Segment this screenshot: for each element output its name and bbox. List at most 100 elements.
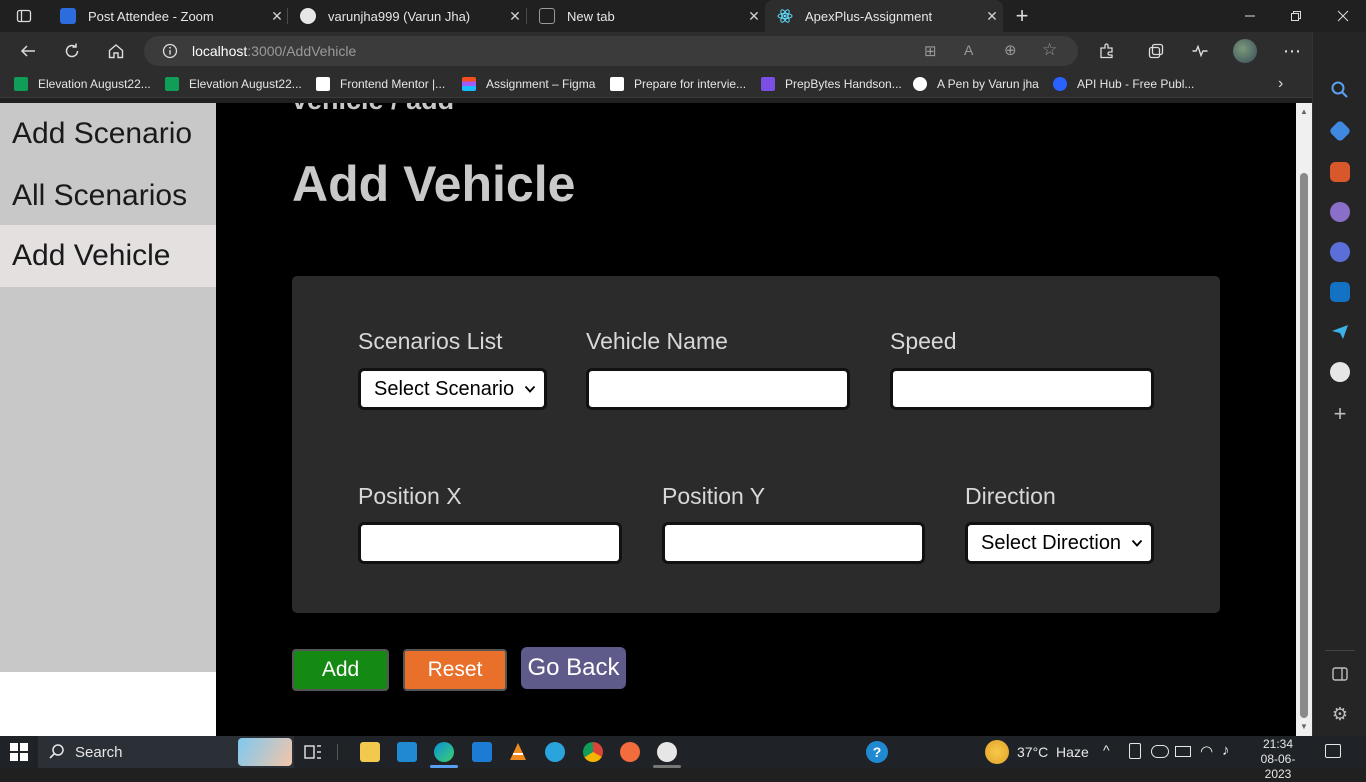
url-path: :3000/AddVehicle [247,43,357,59]
games-icon[interactable] [1330,202,1350,222]
restore-icon[interactable] [1284,4,1308,28]
scrollbar-thumb[interactable] [1300,173,1308,718]
new-tab-button[interactable]: + [1010,3,1034,28]
battery-icon[interactable] [1175,746,1191,757]
site-info-icon[interactable] [162,43,178,64]
device-icon[interactable] [1129,743,1141,759]
bookmark-label: A Pen by Varun jha [937,77,1039,91]
show-hidden-icons-chevron-icon[interactable]: ^ [1103,742,1110,758]
bookmark-item[interactable]: PrepBytes Handson... [761,76,902,92]
settings-gear-icon[interactable]: ⚙ [1330,704,1350,724]
github-icon[interactable] [1330,362,1350,382]
page-scrollbar[interactable]: ▲ ▼ [1296,103,1312,736]
tools-briefcase-icon[interactable] [1330,162,1350,182]
slack-icon[interactable] [657,742,677,762]
read-aloud-icon[interactable]: A [964,42,973,58]
help-question-icon[interactable]: ? [866,741,888,763]
volume-icon[interactable]: ♪ [1222,742,1230,759]
clock[interactable]: 21:34 08-06-2023 [1248,737,1308,782]
nav-item-add-vehicle[interactable]: Add Vehicle [0,225,216,287]
outlook-icon[interactable] [1330,282,1350,302]
shopping-tag-icon[interactable] [1328,119,1352,143]
weather-text[interactable]: 37°C Haze [1017,744,1089,760]
cloud-onedrive-icon[interactable] [1151,745,1169,758]
bookmark-item[interactable]: Elevation August22... [165,76,302,92]
search-highlight-image [238,738,292,766]
profile-avatar-icon[interactable] [1233,39,1257,63]
vehicle-name-label: Vehicle Name [586,328,728,354]
direction-label: Direction [965,483,1056,509]
collections-icon[interactable] [1144,39,1168,63]
go-back-button[interactable]: Go Back [521,647,626,689]
postman-icon[interactable] [620,742,640,762]
bookmark-item[interactable]: API Hub - Free Publ... [1053,76,1194,92]
scenario-select[interactable]: Select Scenario [358,368,547,410]
nav-item-add-scenario[interactable]: Add Scenario [0,103,216,165]
search-icon[interactable] [1330,80,1350,100]
direction-select[interactable]: Select Direction [965,522,1154,564]
tab-zoom[interactable]: Post Attendee - Zoom ✕ [48,0,288,32]
tab-github[interactable]: varunjha999 (Varun Jha) ✕ [288,0,526,32]
close-icon[interactable]: ✕ [981,8,1003,25]
vscode-icon[interactable] [397,742,417,762]
close-icon[interactable]: ✕ [743,8,765,25]
send-icon[interactable] [1330,322,1350,342]
bookmark-label: API Hub - Free Publ... [1077,77,1195,91]
scroll-up-arrow-icon[interactable]: ▲ [1300,107,1308,116]
add-sidebar-app-icon[interactable]: + [1330,403,1350,425]
page-viewport: Add Scenario All Scenarios Add Vehicle v… [0,103,1296,736]
position-y-input[interactable] [662,522,925,564]
favorite-star-icon[interactable]: ☆ [1042,40,1057,60]
scroll-down-arrow-icon[interactable]: ▼ [1300,722,1308,731]
close-icon[interactable]: ✕ [266,8,288,25]
chrome-icon[interactable] [583,742,603,762]
tab-title: Post Attendee - Zoom [88,8,214,24]
refresh-icon[interactable] [60,39,84,63]
bookmark-label: Frontend Mentor |... [340,77,446,91]
bookmark-item[interactable]: Frontend Mentor |... [316,76,445,92]
url-text[interactable]: localhost:3000/AddVehicle [192,43,356,59]
hide-sidebar-icon[interactable] [1330,664,1350,684]
add-button[interactable]: Add [292,649,389,691]
minimize-icon[interactable] [1238,4,1262,28]
edge-browser-icon[interactable] [434,742,454,762]
close-icon[interactable]: ✕ [504,8,526,25]
figma-icon [462,77,476,91]
tab-apexplus[interactable]: ApexPlus-Assignment ✕ [765,0,1003,32]
bookmark-item[interactable]: Prepare for intervie... [610,76,746,92]
vlc-icon[interactable] [508,742,528,762]
task-view-icon[interactable] [303,742,323,762]
reset-button[interactable]: Reset [403,649,507,691]
notifications-icon[interactable] [1325,744,1341,758]
bookmark-item[interactable]: A Pen by Varun jha [913,76,1039,92]
mail-icon[interactable] [472,742,492,762]
windows-start-icon[interactable] [10,743,28,761]
bookmark-item[interactable]: Assignment – Figma [462,76,595,92]
file-explorer-icon[interactable] [360,742,380,762]
address-bar[interactable]: localhost:3000/AddVehicle ⊞ A ⊕ ☆ [144,36,1078,66]
bookmark-item[interactable]: Elevation August22... [14,76,151,92]
more-menu-icon[interactable]: ⋯ [1280,39,1304,63]
vehicle-name-input[interactable] [586,368,850,410]
home-icon[interactable] [104,39,128,63]
performance-icon[interactable] [1188,39,1212,63]
zoom-icon[interactable]: ⊕ [1004,41,1017,59]
wifi-icon[interactable]: ◠ [1200,742,1213,760]
microsoft365-icon[interactable] [1330,242,1350,262]
back-icon[interactable] [16,39,40,63]
breadcrumb: vehicle / add [292,103,454,116]
position-x-input[interactable] [358,522,622,564]
telegram-icon[interactable] [545,742,565,762]
bookmarks-overflow-chevron-icon[interactable]: › [1278,75,1283,92]
tab-title: New tab [567,8,615,24]
weather-haze-icon[interactable] [985,740,1009,764]
nav-item-all-scenarios[interactable]: All Scenarios [0,165,216,227]
taskbar-search-box[interactable]: Search [38,736,294,768]
tab-actions-icon[interactable] [12,4,36,28]
speed-input[interactable] [890,368,1154,410]
bookmark-label: Elevation August22... [38,77,151,91]
app-available-icon[interactable]: ⊞ [924,42,937,60]
tab-new-tab[interactable]: New tab ✕ [527,0,765,32]
extensions-icon[interactable] [1095,39,1119,63]
window-close-icon[interactable] [1331,4,1355,28]
